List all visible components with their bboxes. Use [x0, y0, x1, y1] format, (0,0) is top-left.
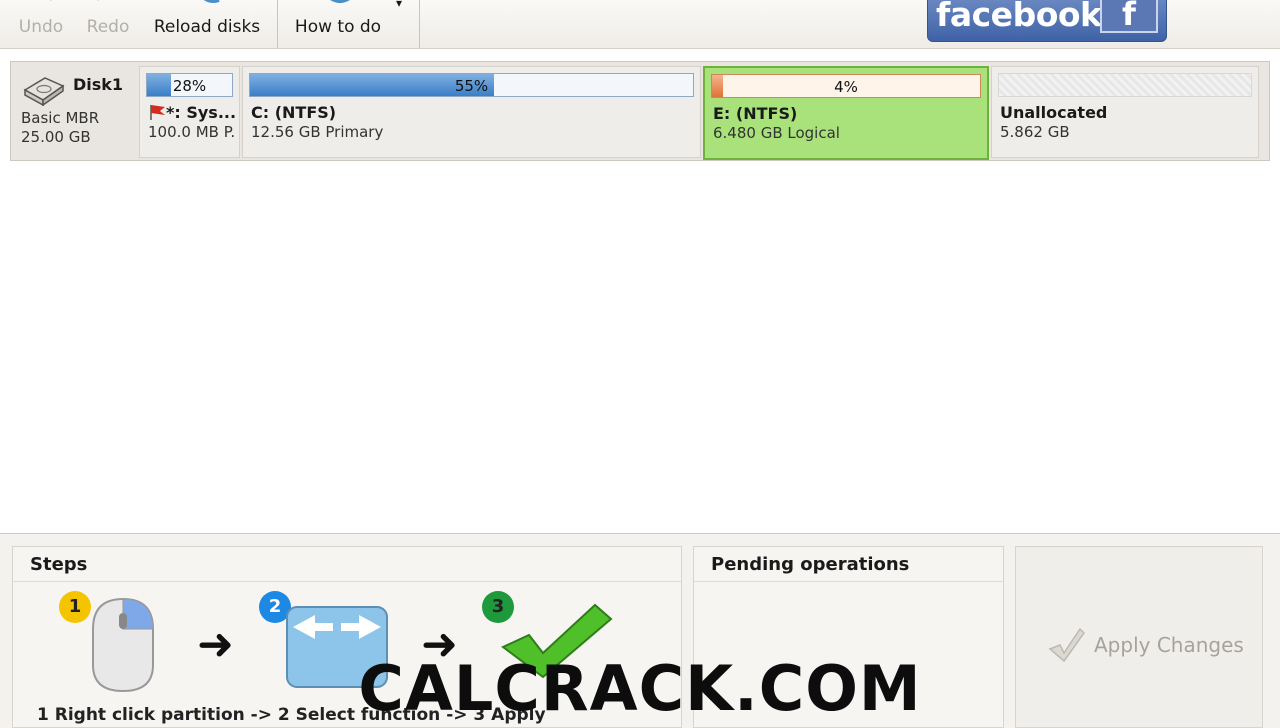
facebook-wordmark: facebook: [936, 0, 1102, 34]
disk-row[interactable]: Disk1 Basic MBR 25.00 GB 28% *: Sys... 1…: [10, 61, 1270, 161]
disk-type: Basic MBR: [21, 109, 100, 127]
usage-bar: [998, 73, 1252, 97]
disk-map: Disk1 Basic MBR 25.00 GB 28% *: Sys... 1…: [0, 49, 1280, 534]
reload-disks-button[interactable]: Reload disks: [148, 0, 266, 48]
reload-disks-label: Reload disks: [153, 17, 261, 37]
facebook-button[interactable]: facebook f: [927, 0, 1167, 42]
partition-e-ntfs[interactable]: 4% E: (NTFS) 6.480 GB Logical: [703, 66, 989, 160]
undo-label: Undo: [18, 17, 64, 37]
how-to-do-label: How to do: [294, 17, 382, 37]
usage-percent: 28%: [172, 77, 207, 95]
partition-c-ntfs[interactable]: 55% C: (NTFS) 12.56 GB Primary: [242, 66, 701, 158]
reload-icon: [187, 0, 227, 17]
pending-operations-title: Pending operations: [694, 547, 1003, 582]
disk-name: Disk1: [73, 75, 124, 94]
partition-system-reserved[interactable]: 28% *: Sys... 100.0 MB P.: [139, 66, 240, 158]
undo-button[interactable]: Undo: [14, 0, 68, 48]
usage-percent: 4%: [834, 78, 858, 96]
how-to-do-button[interactable]: How to do: [290, 0, 386, 48]
facebook-f-icon: f: [1100, 0, 1158, 33]
partition-detail: 6.480 GB Logical: [713, 124, 840, 142]
partition-detail: 5.862 GB: [1000, 123, 1070, 141]
partition-unallocated[interactable]: Unallocated 5.862 GB: [991, 66, 1259, 158]
partition-detail: 100.0 MB P.: [148, 123, 236, 141]
flag-icon: [148, 103, 168, 125]
disk-info[interactable]: Disk1 Basic MBR 25.00 GB: [11, 62, 137, 158]
help-icon: [318, 0, 358, 17]
usage-percent: 55%: [454, 77, 489, 95]
disk-size: 25.00 GB: [21, 128, 91, 146]
toolbar: Undo Redo Reload disks How to do ▾ faceb…: [0, 0, 1280, 49]
usage-bar: 55%: [249, 73, 694, 97]
partition-name: E: (NTFS): [713, 104, 798, 123]
usage-bar: 28%: [146, 73, 233, 97]
redo-button[interactable]: Redo: [82, 0, 134, 48]
partition-name: *: Sys...: [166, 103, 237, 122]
partition-detail: 12.56 GB Primary: [251, 123, 384, 141]
partition-name: Unallocated: [1000, 103, 1108, 122]
usage-bar: 4%: [711, 74, 981, 98]
hard-disk-icon: [21, 70, 67, 110]
step-1-badge: 1: [59, 591, 91, 623]
redo-label: Redo: [86, 17, 130, 37]
redo-icon: [93, 0, 123, 17]
watermark-text: CALCRACK.COM: [358, 652, 922, 725]
steps-title: Steps: [13, 547, 681, 582]
undo-icon: [26, 0, 56, 17]
partition-name: C: (NTFS): [251, 103, 337, 122]
how-to-do-dropdown-icon[interactable]: ▾: [396, 0, 402, 10]
